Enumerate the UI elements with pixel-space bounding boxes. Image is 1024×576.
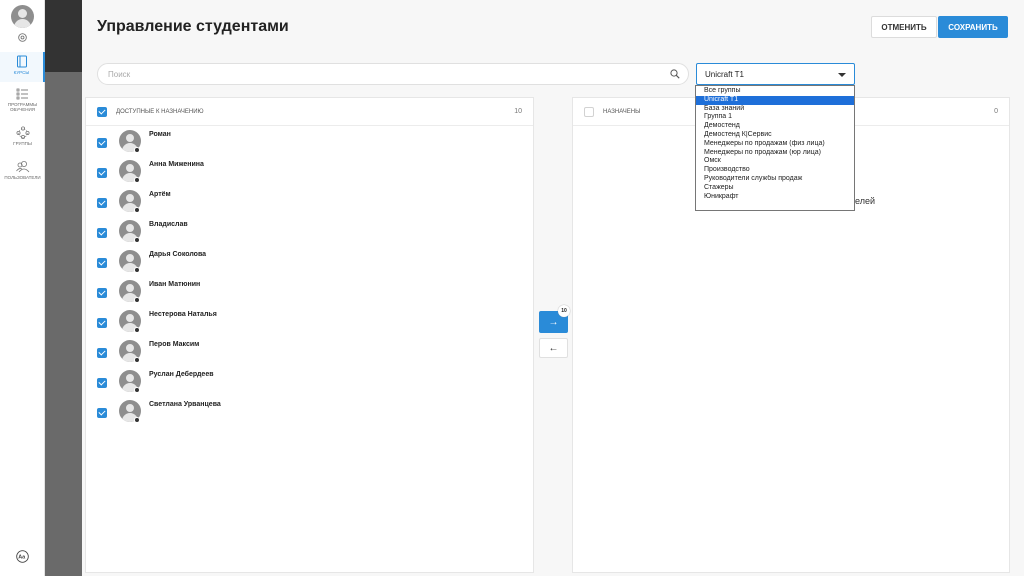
status-dot <box>134 177 140 183</box>
arrow-left-icon: ← <box>548 342 559 354</box>
sidebar-item-programs[interactable]: Программы обучения <box>0 88 45 118</box>
caret-down-icon <box>838 73 846 77</box>
student-name: Иван Матюнин <box>149 281 201 288</box>
student-name: Руслан Дебердеев <box>149 371 214 378</box>
dropdown-option[interactable]: Менеджеры по продажам (юр лица) <box>696 149 854 158</box>
list-item[interactable]: Руслан Дебердеев <box>86 369 533 399</box>
book-icon <box>16 55 27 68</box>
save-button[interactable]: СОХРАНИТЬ <box>938 16 1008 38</box>
dropdown-option[interactable]: Unicraft T1 <box>696 95 854 105</box>
dropdown-option[interactable]: Демостенд <box>696 122 854 131</box>
student-checkbox[interactable] <box>97 378 107 388</box>
search-box <box>97 63 689 85</box>
status-dot <box>134 417 140 423</box>
users-icon <box>15 161 29 173</box>
available-count: 10 <box>514 108 522 115</box>
manage-students-modal: Управление студентами ОТМЕНИТЬ СОХРАНИТЬ… <box>82 0 1024 576</box>
sidebar-item-label: Программы обучения <box>7 102 38 112</box>
sidebar-item-users[interactable]: Пользователи <box>0 160 45 186</box>
user-avatar-icon[interactable] <box>11 5 34 28</box>
list-item[interactable]: Иван Матюнин <box>86 279 533 309</box>
search-icon[interactable] <box>670 69 680 79</box>
list-item[interactable]: Анна Миженина <box>86 159 533 189</box>
svg-text:Aa: Aa <box>18 555 26 561</box>
list-item[interactable]: Нестерова Наталья <box>86 309 533 339</box>
status-dot <box>134 267 140 273</box>
list-item[interactable]: Перов Максим <box>86 339 533 369</box>
status-dot <box>134 357 140 363</box>
student-name: Перов Максим <box>149 341 200 348</box>
search-input[interactable] <box>108 67 648 81</box>
unassign-button[interactable]: ← <box>539 338 568 358</box>
list-item[interactable]: Роман <box>86 129 533 159</box>
dropdown-option[interactable]: Все группы <box>696 87 854 96</box>
student-checkbox[interactable] <box>97 228 107 238</box>
sidebar-item-label: Курсы <box>13 70 30 75</box>
assigned-label: НАЗНАЧЕНЫ <box>603 109 641 115</box>
selected-count-badge: 10 <box>558 305 570 317</box>
list-item[interactable]: Владислав <box>86 219 533 249</box>
page-title: Управление студентами <box>97 18 289 35</box>
student-name: Владислав <box>149 221 188 228</box>
status-dot <box>134 147 140 153</box>
student-name: Нестерова Наталья <box>149 311 217 318</box>
student-checkbox[interactable] <box>97 408 107 418</box>
available-label: ДОСТУПНЫЕ К НАЗНАЧЕНИЮ <box>116 109 204 115</box>
sidebar-item-groups[interactable]: Группы <box>0 126 45 152</box>
sidebar-item-courses[interactable]: Курсы <box>0 52 45 82</box>
group-select[interactable]: Unicraft T1 <box>696 63 855 85</box>
group-dropdown-list: Все группы Unicraft T1 База знаний Группа 1… <box>695 85 855 211</box>
dropdown-option[interactable]: Руководители службы продаж <box>696 175 854 184</box>
student-name: Роман <box>149 131 171 138</box>
available-panel: ДОСТУПНЫЕ К НАЗНАЧЕНИЮ 10 Роман Анна Миже… <box>85 97 534 573</box>
select-all-available-checkbox[interactable] <box>97 107 107 117</box>
student-name: Артём <box>149 191 171 198</box>
student-name: Анна Миженина <box>149 161 204 168</box>
student-checkbox[interactable] <box>97 288 107 298</box>
list-item[interactable]: Дарья Соколова <box>86 249 533 279</box>
assign-button[interactable]: → 10 <box>539 305 570 333</box>
status-dot <box>134 387 140 393</box>
student-checkbox[interactable] <box>97 258 107 268</box>
status-dot <box>134 327 140 333</box>
available-header: ДОСТУПНЫЕ К НАЗНАЧЕНИЮ 10 <box>86 98 533 126</box>
list-item[interactable]: Светлана Урванцева <box>86 399 533 429</box>
student-name: Светлана Урванцева <box>149 401 221 408</box>
student-name: Дарья Соколова <box>149 251 207 258</box>
status-dot <box>134 207 140 213</box>
dropdown-option[interactable]: Омск <box>696 157 854 166</box>
list-icon <box>16 88 28 100</box>
dropdown-option[interactable]: Менеджеры по продажам (физ лица) <box>696 140 854 149</box>
student-checkbox[interactable] <box>97 318 107 328</box>
modal-backdrop <box>45 0 82 576</box>
dropdown-option[interactable]: Группа 1 <box>696 113 854 122</box>
cancel-button[interactable]: ОТМЕНИТЬ <box>871 16 937 38</box>
status-dot <box>134 297 140 303</box>
app-sidebar: Курсы Программы обучения Группы <box>0 0 45 576</box>
assigned-count: 0 <box>994 108 998 115</box>
student-checkbox[interactable] <box>97 198 107 208</box>
dropdown-option[interactable]: База знаний <box>696 105 854 114</box>
backdrop-tile <box>45 0 82 72</box>
student-checkbox[interactable] <box>97 348 107 358</box>
student-checkbox[interactable] <box>97 138 107 148</box>
gear-icon[interactable] <box>17 32 28 43</box>
select-all-assigned-checkbox[interactable] <box>584 107 594 117</box>
sidebar-item-label: Группы <box>13 141 32 146</box>
group-select-value: Unicraft T1 <box>705 70 744 79</box>
sidebar-item-label: Пользователи <box>4 175 41 180</box>
status-dot <box>134 237 140 243</box>
student-checkbox[interactable] <box>97 168 107 178</box>
dropdown-option[interactable]: Юникрафт <box>696 193 854 202</box>
dropdown-option[interactable]: Стажеры <box>696 184 854 193</box>
list-item[interactable]: Артём <box>86 189 533 219</box>
dropdown-option[interactable]: Производство <box>696 166 854 175</box>
translate-icon[interactable]: Aa <box>16 550 29 563</box>
arrow-right-icon: → <box>548 316 559 328</box>
group-icon <box>15 126 29 139</box>
dropdown-option[interactable]: Демостенд К|Сервис <box>696 131 854 140</box>
